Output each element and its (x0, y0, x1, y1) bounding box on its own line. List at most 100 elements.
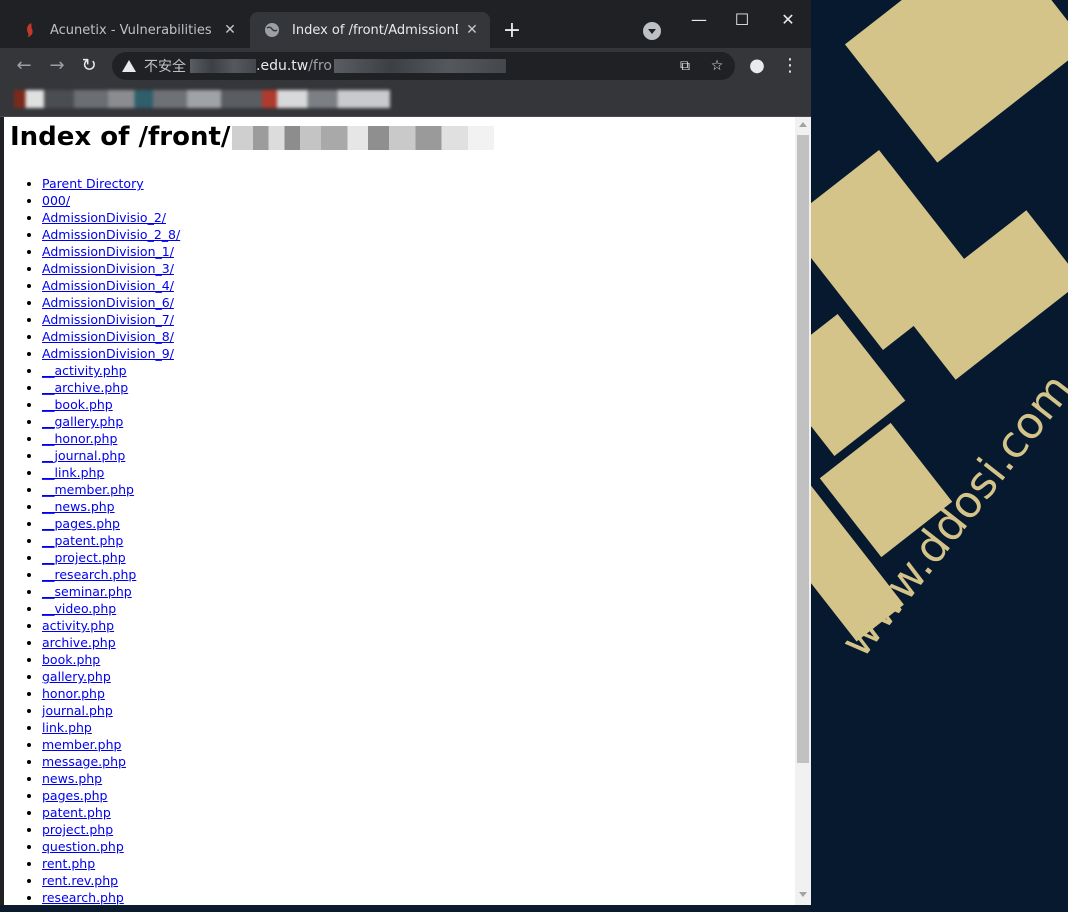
tab-title: Index of /front/AdmissionDivis (292, 22, 458, 38)
file-link[interactable]: __seminar.php (42, 584, 132, 599)
file-link[interactable]: patent.php (42, 805, 111, 820)
page-heading: Index of /front/ (10, 122, 495, 152)
file-link[interactable]: link.php (42, 720, 92, 735)
scroll-down-icon[interactable] (799, 892, 807, 897)
list-item: Parent Directory (42, 175, 180, 192)
file-link[interactable]: __gallery.php (42, 414, 123, 429)
file-link[interactable]: member.php (42, 737, 121, 752)
file-link[interactable]: 000/ (42, 193, 70, 208)
warning-icon[interactable] (122, 60, 136, 72)
maximize-button[interactable]: ☐ (730, 8, 754, 32)
file-link[interactable]: journal.php (42, 703, 113, 718)
file-link[interactable]: pages.php (42, 788, 108, 803)
page-viewport: Index of /front/ Parent Directory 000/Adm… (4, 117, 795, 905)
list-item: link.php (42, 719, 180, 736)
profile-icon[interactable]: ● (745, 54, 769, 78)
list-item: archive.php (42, 634, 180, 651)
address-host: .edu.tw (256, 58, 309, 74)
list-item: 000/ (42, 192, 180, 209)
file-link[interactable]: book.php (42, 652, 100, 667)
list-item: patent.php (42, 804, 180, 821)
list-item: AdmissionDivision_7/ (42, 311, 180, 328)
file-link[interactable]: AdmissionDivision_4/ (42, 278, 174, 293)
file-link[interactable]: AdmissionDivision_3/ (42, 261, 174, 276)
file-link[interactable]: AdmissionDivisio_2/ (42, 210, 166, 225)
file-link[interactable]: __pages.php (42, 516, 120, 531)
parent-directory-link[interactable]: Parent Directory (42, 176, 144, 191)
list-item: message.php (42, 753, 180, 770)
file-link[interactable]: archive.php (42, 635, 116, 650)
file-link[interactable]: __news.php (42, 499, 115, 514)
file-link[interactable]: project.php (42, 822, 113, 837)
scroll-up-icon[interactable] (799, 122, 807, 127)
close-icon[interactable]: ✕ (222, 22, 238, 38)
file-link[interactable]: __project.php (42, 550, 126, 565)
file-link[interactable]: question.php (42, 839, 124, 854)
new-tab-button[interactable]: + (500, 19, 524, 43)
file-link[interactable]: __video.php (42, 601, 116, 616)
list-item: news.php (42, 770, 180, 787)
list-item: __research.php (42, 566, 180, 583)
redacted-path-block (232, 125, 495, 150)
minimize-button[interactable]: — (687, 8, 711, 32)
list-item: rent.rev.php (42, 872, 180, 889)
file-link[interactable]: __patent.php (42, 533, 123, 548)
file-link[interactable]: __book.php (42, 397, 113, 412)
list-item: question.php (42, 838, 180, 855)
bookmark-star-icon[interactable]: ☆ (707, 52, 727, 80)
file-link[interactable]: __research.php (42, 567, 136, 582)
redacted-bookmark[interactable] (14, 90, 390, 108)
file-link[interactable]: gallery.php (42, 669, 111, 684)
list-item: AdmissionDivision_1/ (42, 243, 180, 260)
file-link[interactable]: __honor.php (42, 431, 117, 446)
list-item: __activity.php (42, 362, 180, 379)
back-arrow-icon[interactable]: ← (12, 54, 36, 78)
security-label[interactable]: 不安全 (144, 56, 186, 76)
translate-icon[interactable]: ⧉ (675, 52, 695, 80)
address-bar[interactable]: 不安全 .edu.tw /fro ⧉ ☆ (112, 52, 735, 80)
list-item: activity.php (42, 617, 180, 634)
file-link[interactable]: __link.php (42, 465, 104, 480)
file-link[interactable]: AdmissionDivision_9/ (42, 346, 174, 361)
file-link[interactable]: __activity.php (42, 363, 127, 378)
file-link[interactable]: __member.php (42, 482, 134, 497)
file-link[interactable]: AdmissionDivision_8/ (42, 329, 174, 344)
forward-arrow-icon[interactable]: → (45, 54, 69, 78)
file-link[interactable]: AdmissionDivisio_2_8/ (42, 227, 180, 242)
file-link[interactable]: honor.php (42, 686, 105, 701)
list-item: project.php (42, 821, 180, 838)
list-item: AdmissionDivision_8/ (42, 328, 180, 345)
close-icon[interactable]: ✕ (464, 22, 480, 38)
bookmarks-bar (0, 84, 811, 117)
file-link[interactable]: __journal.php (42, 448, 125, 463)
page-scrollbar[interactable] (795, 117, 811, 905)
file-link[interactable]: AdmissionDivision_7/ (42, 312, 174, 327)
scrollbar-thumb[interactable] (797, 135, 809, 763)
file-link[interactable]: __archive.php (42, 380, 128, 395)
list-item: __gallery.php (42, 413, 180, 430)
file-link[interactable]: rent.rev.php (42, 873, 118, 888)
list-item: gallery.php (42, 668, 180, 685)
close-window-button[interactable]: ✕ (776, 8, 800, 32)
tab-search-icon[interactable] (643, 22, 661, 40)
list-item: honor.php (42, 685, 180, 702)
list-item: __journal.php (42, 447, 180, 464)
file-link[interactable]: research.php (42, 890, 124, 905)
file-link[interactable]: AdmissionDivision_6/ (42, 295, 174, 310)
file-link[interactable]: AdmissionDivision_1/ (42, 244, 174, 259)
tab-index-of-front[interactable]: Index of /front/AdmissionDivis ✕ (250, 12, 490, 48)
tab-title: Acunetix - Vulnerabilities (50, 22, 212, 38)
file-link[interactable]: rent.php (42, 856, 95, 871)
list-item: AdmissionDivision_3/ (42, 260, 180, 277)
list-item: __seminar.php (42, 583, 180, 600)
list-item: __honor.php (42, 430, 180, 447)
list-item: member.php (42, 736, 180, 753)
tab-acunetix[interactable]: Acunetix - Vulnerabilities ✕ (8, 12, 248, 48)
reload-icon[interactable]: ↻ (77, 54, 101, 78)
menu-icon[interactable]: ⋮ (778, 54, 802, 78)
file-link[interactable]: activity.php (42, 618, 114, 633)
file-link[interactable]: news.php (42, 771, 102, 786)
file-link[interactable]: message.php (42, 754, 126, 769)
redacted-path (333, 59, 506, 73)
list-item: __member.php (42, 481, 180, 498)
